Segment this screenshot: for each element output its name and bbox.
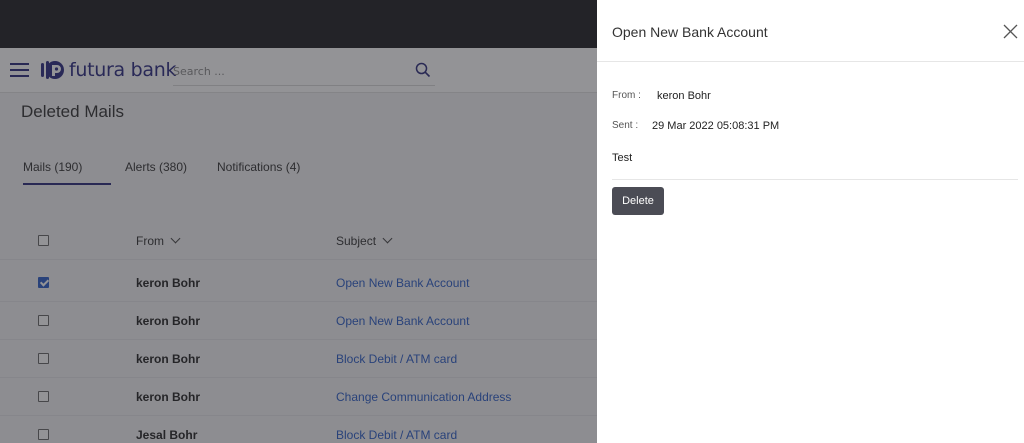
from-label: From : — [612, 90, 641, 101]
message-body: Test — [612, 152, 633, 164]
panel-header: Open New Bank Account — [597, 0, 1024, 62]
delete-button[interactable]: Delete — [612, 187, 664, 215]
sent-label: Sent : — [612, 120, 639, 131]
panel-title: Open New Bank Account — [612, 24, 768, 40]
mail-detail-panel: Open New Bank Account From : keron Bohr … — [597, 0, 1024, 443]
sent-value: 29 Mar 2022 05:08:31 PM — [652, 120, 780, 132]
divider — [612, 179, 1018, 180]
from-value: keron Bohr — [657, 90, 711, 102]
close-icon[interactable] — [1003, 24, 1018, 39]
